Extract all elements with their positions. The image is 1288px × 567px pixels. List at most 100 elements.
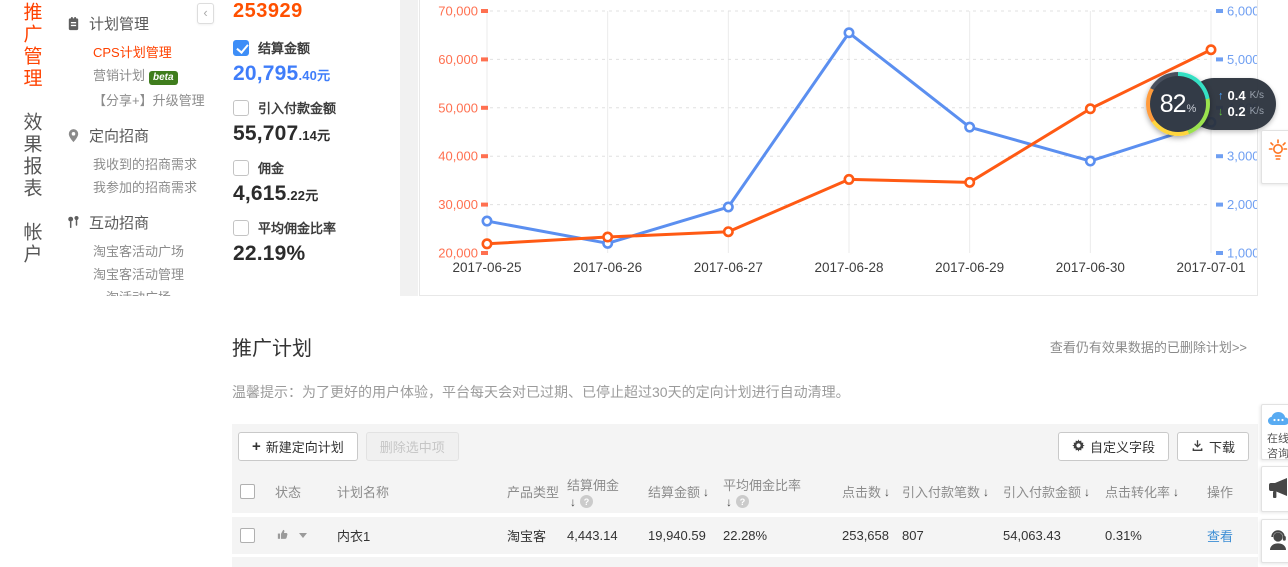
- table-toolbar: + 新建定向计划 删除选中项 自定义字段 下载: [232, 424, 1258, 461]
- upload-speed-value: 0.4: [1227, 88, 1246, 103]
- metric-checkbox[interactable]: [233, 159, 249, 176]
- column-header-8[interactable]: 引入付款笔数 ↓: [902, 482, 1003, 501]
- stats-scrollbar-track[interactable]: [400, 0, 418, 296]
- table-row: 内衣1 淘宝客 4,443.14 19,940.59 22.28% 253,658 807 5…: [232, 517, 1258, 557]
- metric-checkbox[interactable]: [233, 99, 249, 116]
- sort-icon[interactable]: ↓: [1173, 485, 1179, 499]
- percent-sign: %: [1186, 103, 1197, 115]
- download-icon: [1191, 439, 1204, 455]
- metric-checkbox[interactable]: [233, 219, 249, 236]
- promotion-plan-section: 推广计划 查看仍有效果数据的已删除计划>> 温馨提示：为了更好的用户体验，平台每…: [0, 296, 1288, 567]
- vertical-nav-item-2[interactable]: 效果报表: [18, 112, 45, 200]
- clicks-total-value: 253929: [233, 0, 303, 22]
- column-header-1: 状态: [275, 482, 337, 501]
- column-header-4[interactable]: 结算佣金 ↓?: [567, 475, 648, 509]
- sidebar-item[interactable]: 营销计划 beta: [93, 64, 216, 89]
- status-caret-icon[interactable]: [299, 533, 307, 538]
- view-deleted-plans-link[interactable]: 查看仍有效果数据的已删除计划>>: [1050, 337, 1247, 356]
- plus-icon: +: [252, 438, 261, 455]
- help-icon[interactable]: ?: [580, 495, 593, 508]
- svg-text:2017-06-28: 2017-06-28: [814, 260, 883, 275]
- column-header-10[interactable]: 点击转化率 ↓: [1105, 482, 1207, 501]
- thumb-up-icon[interactable]: [275, 527, 291, 545]
- download-button[interactable]: 下载: [1176, 432, 1249, 461]
- new-plan-label: 新建定向计划: [265, 440, 344, 455]
- sort-icon[interactable]: ↓: [884, 485, 890, 499]
- upload-speed-unit: K/s: [1249, 90, 1265, 101]
- column-header-7[interactable]: 点击数 ↓: [842, 482, 902, 501]
- svg-text:2017-06-27: 2017-06-27: [694, 260, 763, 275]
- download-label: 下载: [1208, 440, 1235, 455]
- column-header-11: 操作: [1207, 482, 1252, 501]
- sidebar-item[interactable]: CPS计划管理: [93, 41, 216, 64]
- status-cell[interactable]: [275, 527, 337, 545]
- online-consult-label-line1: 在线: [1267, 433, 1288, 445]
- upload-speed-row: ↑ 0.4 K/s: [1218, 89, 1276, 103]
- metric-checkbox-row[interactable]: 佣金: [233, 158, 397, 177]
- column-label: 点击数: [842, 485, 882, 500]
- vertical-nav-item-1[interactable]: 推广管理: [18, 2, 45, 90]
- sidebar-group-title[interactable]: 互动招商: [66, 210, 216, 234]
- sidebar-group: 互动招商淘宝客活动广场淘宝客活动管理一淘活动广场: [64, 210, 216, 309]
- metric-block: 平均佣金比率 22.19%: [233, 218, 397, 266]
- column-label: 点击转化率: [1105, 485, 1171, 500]
- column-header-9[interactable]: 引入付款金额 ↓: [1003, 482, 1105, 501]
- pin-icon: [66, 128, 81, 143]
- select-all-checkbox[interactable]: [240, 484, 255, 499]
- online-consult-label-line2: 咨询: [1267, 448, 1288, 460]
- memory-usage-percent: 82: [1159, 89, 1187, 118]
- svg-text:30,000: 30,000: [438, 197, 478, 212]
- sort-icon[interactable]: ↓: [726, 495, 732, 509]
- network-speed-widget[interactable]: ↑ 0.4 K/s ↓ 0.2 K/s 82 %: [1146, 72, 1276, 136]
- sort-icon[interactable]: ↓: [570, 495, 576, 509]
- sidebar-item[interactable]: 【分享+】升级管理: [93, 89, 216, 112]
- metric-checkbox-row[interactable]: 平均佣金比率: [233, 218, 397, 237]
- column-header-2: 计划名称: [337, 482, 507, 501]
- cell: 253,658: [842, 528, 889, 543]
- online-consult-card[interactable]: 在线 咨询: [1261, 404, 1288, 460]
- cell: 807: [902, 528, 924, 543]
- new-plan-button[interactable]: + 新建定向计划: [238, 432, 358, 461]
- column-label: 结算金额: [648, 485, 701, 500]
- announcement-card[interactable]: [1261, 466, 1288, 512]
- clipboard-icon: [66, 16, 81, 31]
- megaphone-icon: [1267, 478, 1288, 503]
- suggestion-bulb-card[interactable]: [1261, 130, 1288, 184]
- sort-icon[interactable]: ↓: [703, 485, 709, 499]
- svg-text:5,000: 5,000: [1227, 52, 1257, 67]
- cell: 22.28%: [723, 528, 768, 543]
- sidebar-collapse-button[interactable]: ‹: [197, 3, 214, 24]
- download-speed-unit: K/s: [1249, 106, 1265, 117]
- upload-arrow-icon: ↑: [1218, 90, 1224, 102]
- column-label: 引入付款笔数: [902, 485, 981, 500]
- metric-checkbox-row[interactable]: 引入付款金额: [233, 98, 397, 117]
- metric-checkbox[interactable]: [233, 39, 249, 56]
- sort-icon[interactable]: ↓: [1084, 485, 1090, 499]
- memory-usage-ring[interactable]: 82 %: [1146, 72, 1210, 136]
- view-link[interactable]: 查看: [1207, 526, 1233, 545]
- sidebar-group-title[interactable]: 计划管理: [66, 11, 216, 35]
- effect-trend-chart: 20,0001,00030,0002,00040,0003,00050,0004…: [438, 4, 1259, 276]
- sort-icon[interactable]: ↓: [983, 485, 989, 499]
- help-icon[interactable]: ?: [736, 495, 749, 508]
- custom-fields-button[interactable]: 自定义字段: [1057, 432, 1169, 461]
- svg-text:70,000: 70,000: [438, 4, 478, 19]
- column-header-6[interactable]: 平均佣金比率 ↓?: [723, 475, 842, 509]
- metric-checkbox-row[interactable]: 结算金额: [233, 38, 397, 57]
- column-label: 结算佣金: [567, 477, 620, 493]
- row-checkbox[interactable]: [240, 528, 255, 543]
- metric-label: 引入付款金额: [258, 101, 337, 116]
- sidebar-item[interactable]: 淘宝客活动广场: [93, 240, 216, 263]
- interact-icon: [66, 215, 81, 230]
- sidebar-item[interactable]: 淘宝客活动管理: [93, 263, 216, 286]
- sidebar-item[interactable]: 我参加的招商需求: [93, 176, 216, 199]
- column-header-5[interactable]: 结算金额 ↓: [648, 482, 723, 501]
- toolbar-right: 自定义字段 下载: [1057, 432, 1249, 461]
- sidebar-group-title[interactable]: 定向招商: [66, 123, 216, 147]
- metric-block: 佣金 4,615.22元: [233, 158, 397, 206]
- sidebar-item[interactable]: 我收到的招商需求: [93, 153, 216, 176]
- customer-service-card[interactable]: [1261, 519, 1288, 563]
- delete-selected-button[interactable]: 删除选中项: [365, 432, 459, 461]
- vertical-nav-item-3[interactable]: 帐户: [18, 222, 45, 266]
- sidebar-group-label: 互动招商: [89, 214, 150, 232]
